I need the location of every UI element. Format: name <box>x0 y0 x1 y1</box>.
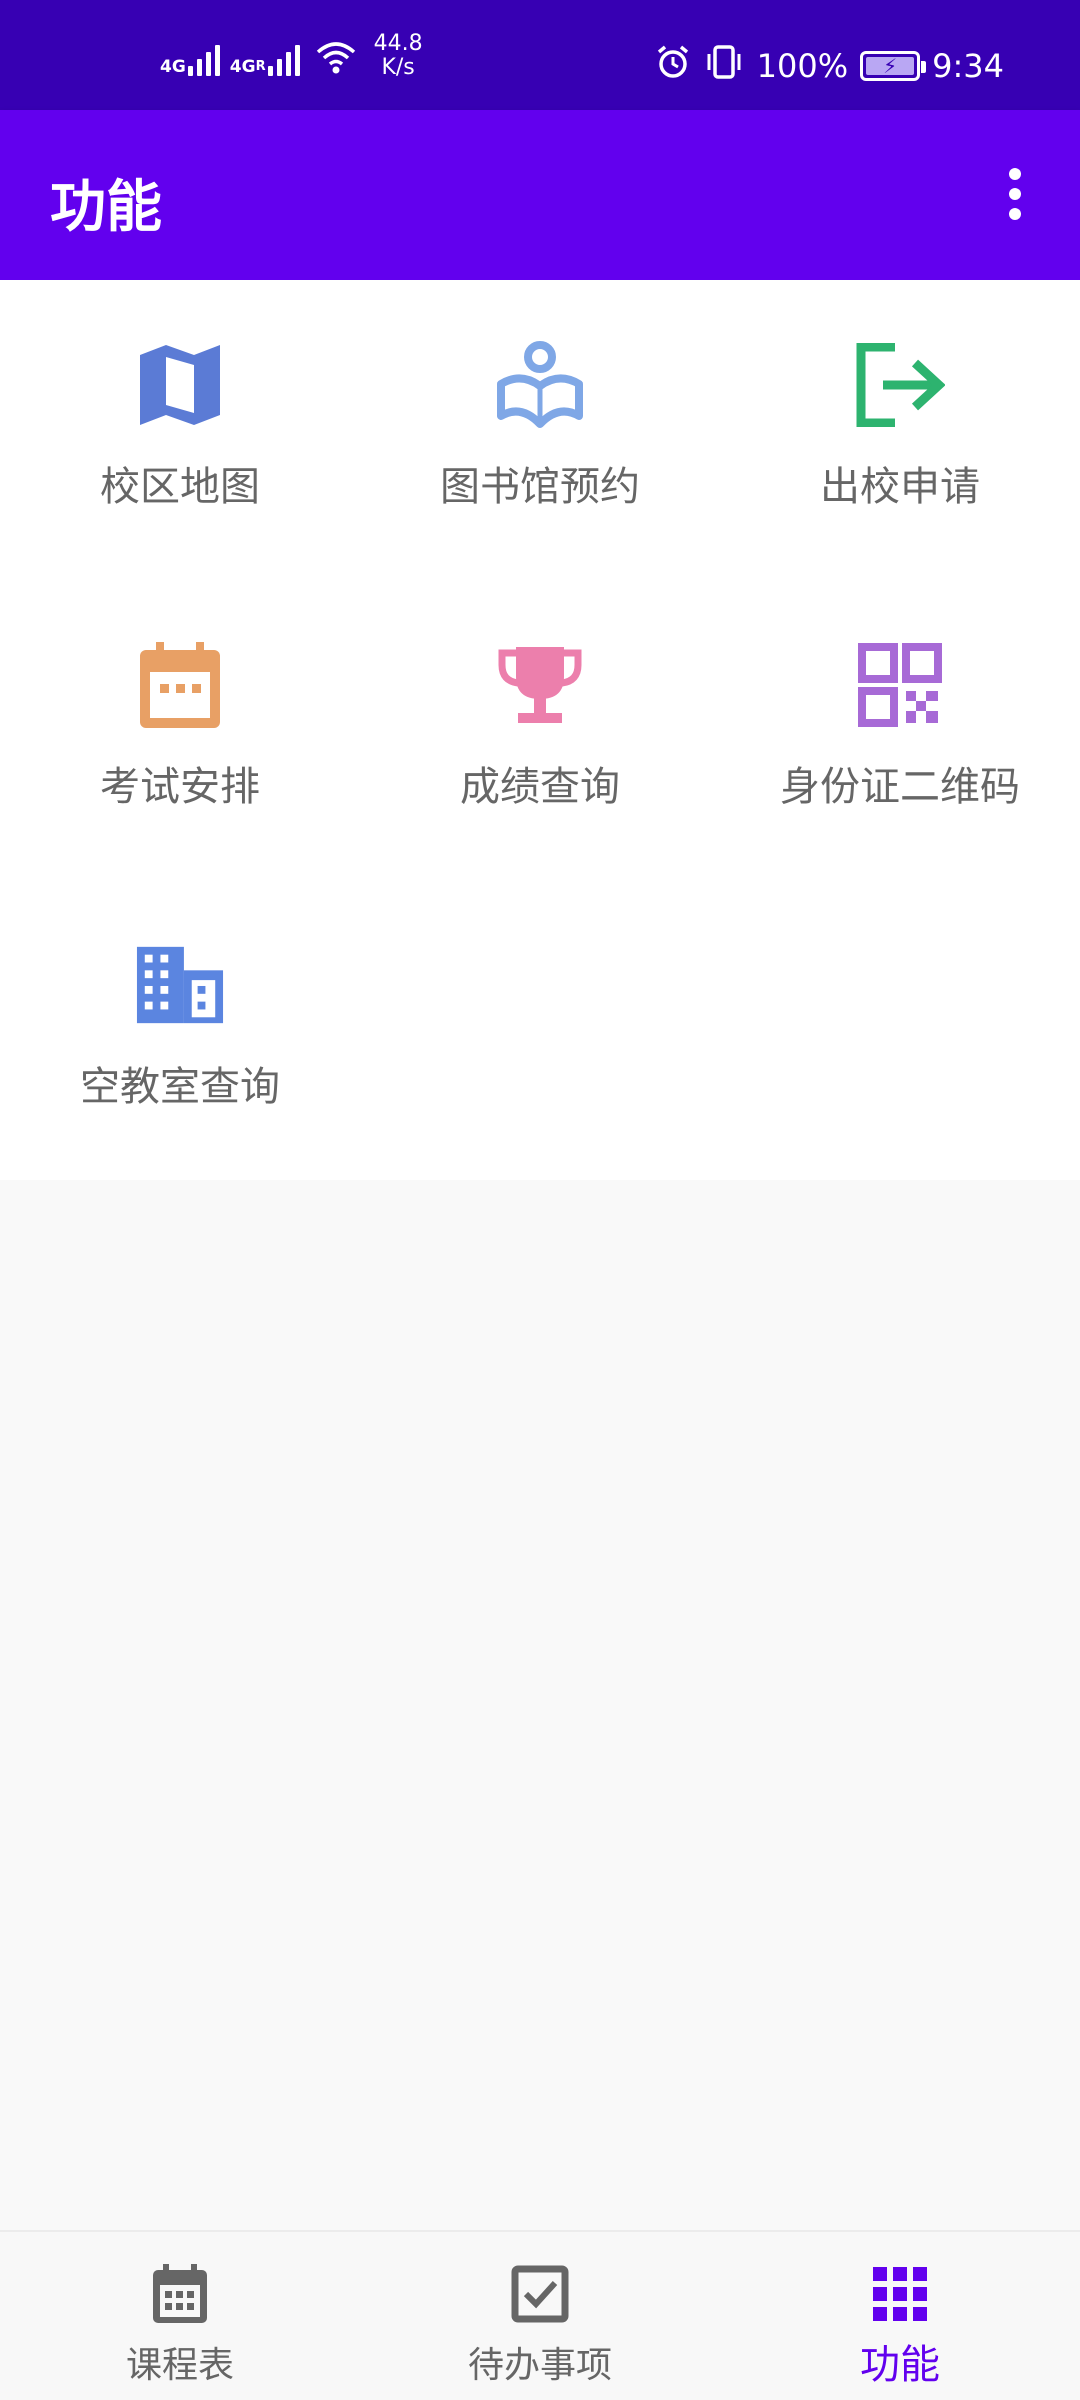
function-leave-campus[interactable]: 出校申请 <box>720 280 1080 580</box>
page-title: 功能 <box>50 175 162 240</box>
function-campus-map[interactable]: 校区地图 <box>0 280 360 580</box>
library-reader-icon <box>495 340 585 430</box>
battery-icon: ⚡ <box>860 51 927 81</box>
wifi-icon <box>316 40 356 78</box>
network-type-label: 4G <box>160 57 186 77</box>
nav-item-todo[interactable]: 待办事项 <box>360 2232 720 2400</box>
nav-item-functions[interactable]: 功能 <box>720 2232 1080 2400</box>
battery-percent: 100% <box>756 47 849 85</box>
qr-code-icon <box>855 640 945 730</box>
function-label: 空教室查询 <box>80 1064 280 1110</box>
apps-grid-icon <box>868 2262 932 2326</box>
network-speed-unit: K/s <box>381 55 415 80</box>
bottom-navigation: 课程表 待办事项 功能 <box>0 2230 1080 2400</box>
function-exam-schedule[interactable]: 考试安排 <box>0 580 360 880</box>
exit-icon <box>855 340 945 430</box>
vibrate-icon <box>703 44 745 88</box>
roaming-label: R <box>255 59 266 74</box>
function-label: 图书馆预约 <box>440 464 640 510</box>
function-label: 考试安排 <box>100 764 260 810</box>
nav-label: 待办事项 <box>467 2345 612 2386</box>
function-label: 成绩查询 <box>460 764 620 810</box>
function-grid: 校区地图 图书馆预约 出校申请 考试安排 成绩查询 身份证二维码 空教室查询 <box>0 280 1080 1180</box>
nav-label: 功能 <box>860 2342 940 2388</box>
building-icon <box>135 940 225 1030</box>
nav-item-schedule[interactable]: 课程表 <box>0 2232 360 2400</box>
function-label: 出校申请 <box>820 464 980 510</box>
function-label: 身份证二维码 <box>780 764 1020 810</box>
checkbox-icon <box>508 2262 572 2326</box>
status-bar: 4G 4G R 44.8 K/s 100% ⚡ 9:34 <box>0 0 1080 110</box>
network-speed: 44.8 K/s <box>374 32 423 80</box>
alarm-icon <box>655 44 691 88</box>
signal-strength-icon <box>267 36 300 76</box>
function-id-qrcode[interactable]: 身份证二维码 <box>720 580 1080 880</box>
map-icon <box>135 340 225 430</box>
function-empty-classroom[interactable]: 空教室查询 <box>0 880 360 1180</box>
calendar-icon <box>148 2262 212 2326</box>
calendar-icon <box>135 640 225 730</box>
function-grade-query[interactable]: 成绩查询 <box>360 580 720 880</box>
function-library-booking[interactable]: 图书馆预约 <box>360 280 720 580</box>
clock: 9:34 <box>932 47 1004 85</box>
trophy-icon <box>495 640 585 730</box>
network-speed-value: 44.8 <box>373 31 423 56</box>
function-label: 校区地图 <box>100 464 260 510</box>
app-bar: 功能 <box>0 110 1080 280</box>
network-type-label: 4G <box>229 57 256 77</box>
nav-label: 课程表 <box>125 2345 234 2386</box>
system-indicators: 100% ⚡ 9:34 <box>655 44 1004 88</box>
more-vert-icon[interactable] <box>990 164 1040 224</box>
signal-strength-icon <box>187 36 220 76</box>
network-indicators: 4G 4G R 44.8 K/s <box>160 32 423 80</box>
